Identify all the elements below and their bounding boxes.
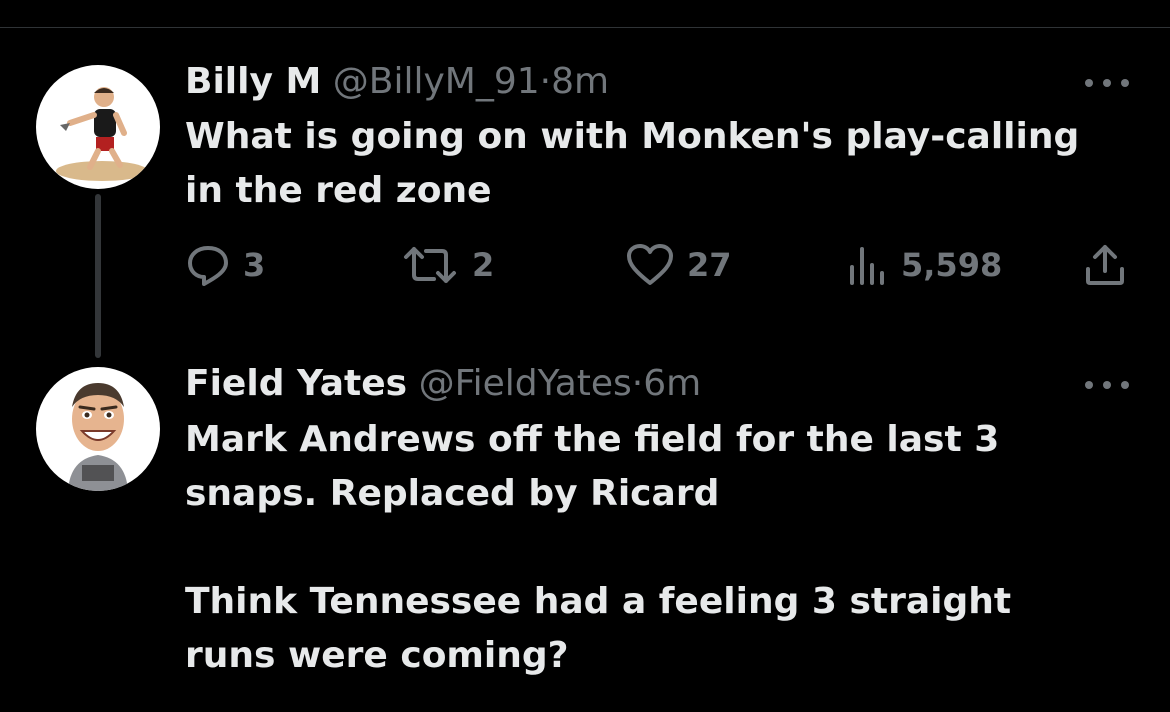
like-count: 27: [687, 246, 732, 284]
tweet-text: What is going on with Monken's play-call…: [185, 110, 1145, 218]
retweet-icon: [404, 247, 456, 283]
timestamp[interactable]: 8m: [551, 61, 609, 102]
more-icon[interactable]: [1085, 374, 1129, 394]
view-count: 5,598: [901, 246, 1003, 284]
separator-dot: ·: [539, 61, 552, 102]
tweet-text-line: What is going on with Monken's play-call…: [185, 116, 1080, 157]
avatar-cartoon-icon: [56, 87, 148, 181]
tweet-text-line: snaps. Replaced by Ricard: [185, 473, 720, 514]
avatar[interactable]: [36, 367, 160, 491]
author-handle[interactable]: @BillyM_91: [333, 61, 540, 102]
tweet-text-line: runs were coming?: [185, 635, 569, 676]
retweet-count: 2: [472, 246, 495, 284]
tweet-text-line: Mark Andrews off the field for the last …: [185, 419, 1000, 460]
retweet-button[interactable]: 2: [400, 242, 494, 288]
avatar-cartoon-icon: [68, 383, 128, 491]
author-name[interactable]: Billy M: [185, 61, 321, 102]
tweet-text-line: Think Tennessee had a feeling 3 straight: [185, 581, 1012, 622]
tweet-text-line: in the red zone: [185, 170, 492, 211]
share-button[interactable]: [1083, 242, 1127, 288]
heart-icon: [627, 244, 673, 285]
tweet-header: Field Yates @FieldYates·6m: [185, 361, 701, 407]
like-button[interactable]: 27: [625, 242, 732, 288]
more-icon[interactable]: [1085, 72, 1129, 92]
share-icon: [1086, 245, 1124, 285]
author-name[interactable]: Field Yates: [185, 363, 407, 404]
views-icon: [850, 247, 884, 285]
timestamp[interactable]: 6m: [643, 363, 701, 404]
reply-icon: [188, 246, 228, 286]
author-handle[interactable]: @FieldYates: [419, 363, 632, 404]
thread-connector: [95, 194, 101, 358]
top-divider: [0, 27, 1170, 28]
avatar[interactable]: [36, 65, 160, 189]
separator-dot: ·: [631, 363, 644, 404]
views-button[interactable]: 5,598: [845, 242, 1002, 288]
reply-button[interactable]: 3: [185, 242, 265, 288]
reply-count: 3: [243, 246, 266, 284]
action-bar: 3 2 27 5,598: [185, 242, 1145, 288]
tweet-header: Billy M @BillyM_91·8m: [185, 59, 609, 105]
tweet-text: Mark Andrews off the field for the last …: [185, 413, 1145, 683]
